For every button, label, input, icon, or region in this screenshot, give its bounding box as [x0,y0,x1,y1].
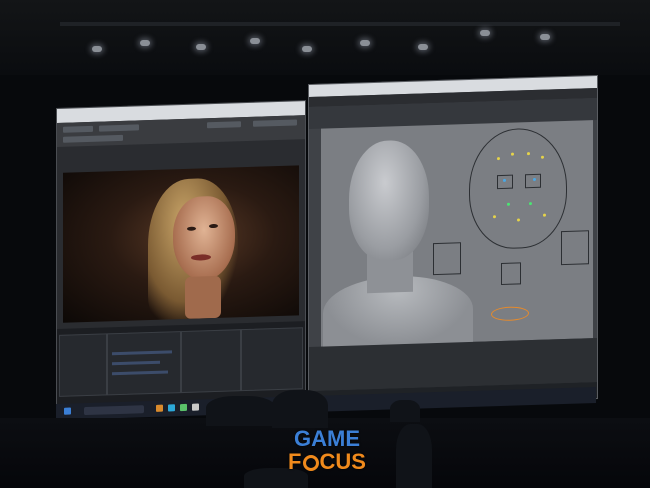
toolbar-button [63,134,123,143]
video-preview [63,165,299,323]
3d-viewport [321,120,593,349]
stage-light [196,44,206,50]
toolbar-button [99,124,139,132]
start-icon [64,407,71,415]
3d-head-model [349,139,429,262]
toolbar-button [63,125,93,133]
timeline-track [112,360,160,366]
projection-screen [56,74,598,422]
inspector-panel [241,327,303,392]
ceiling [0,0,650,75]
rig-slider-panel [433,242,461,276]
media-panel [59,333,107,397]
video-editor-window [56,100,306,406]
3d-software-window [308,74,598,409]
rig-slider-panel [501,262,521,286]
app-icon [192,403,199,411]
stage-light [250,38,260,44]
logo-word-1: GAME [294,426,360,451]
stage-light [140,40,150,46]
app-icon [180,403,187,412]
app-icon [168,404,175,412]
stage-monitor [272,390,328,428]
lens-icon [302,455,319,471]
toolbar-button [207,121,241,129]
toolbar-button [253,119,297,127]
stage-monitor [206,396,276,426]
stage-light [540,34,550,40]
taskbar-search [84,405,144,416]
orange-ring [491,306,529,322]
inspector-panel [181,329,241,394]
stage-monitor [390,400,420,422]
logo-word-2: F CUS [288,449,366,474]
rig-box [525,173,541,189]
timeline-track [112,370,168,376]
stage-light [418,44,428,50]
stage-light [480,30,490,36]
stage-light [302,46,312,52]
rig-slider-panel [561,230,589,266]
stage-light [92,46,102,52]
facial-rig-outline [469,126,567,251]
editor-timeline [57,321,305,405]
lighting-truss [60,22,620,26]
timeline-panel [107,331,181,396]
neck [185,275,221,319]
stage-light [360,40,370,46]
app-icon [156,404,163,412]
timeline-track [112,350,172,356]
game-focus-logo: GAME F CUS [252,428,402,480]
rig-box [497,174,513,190]
